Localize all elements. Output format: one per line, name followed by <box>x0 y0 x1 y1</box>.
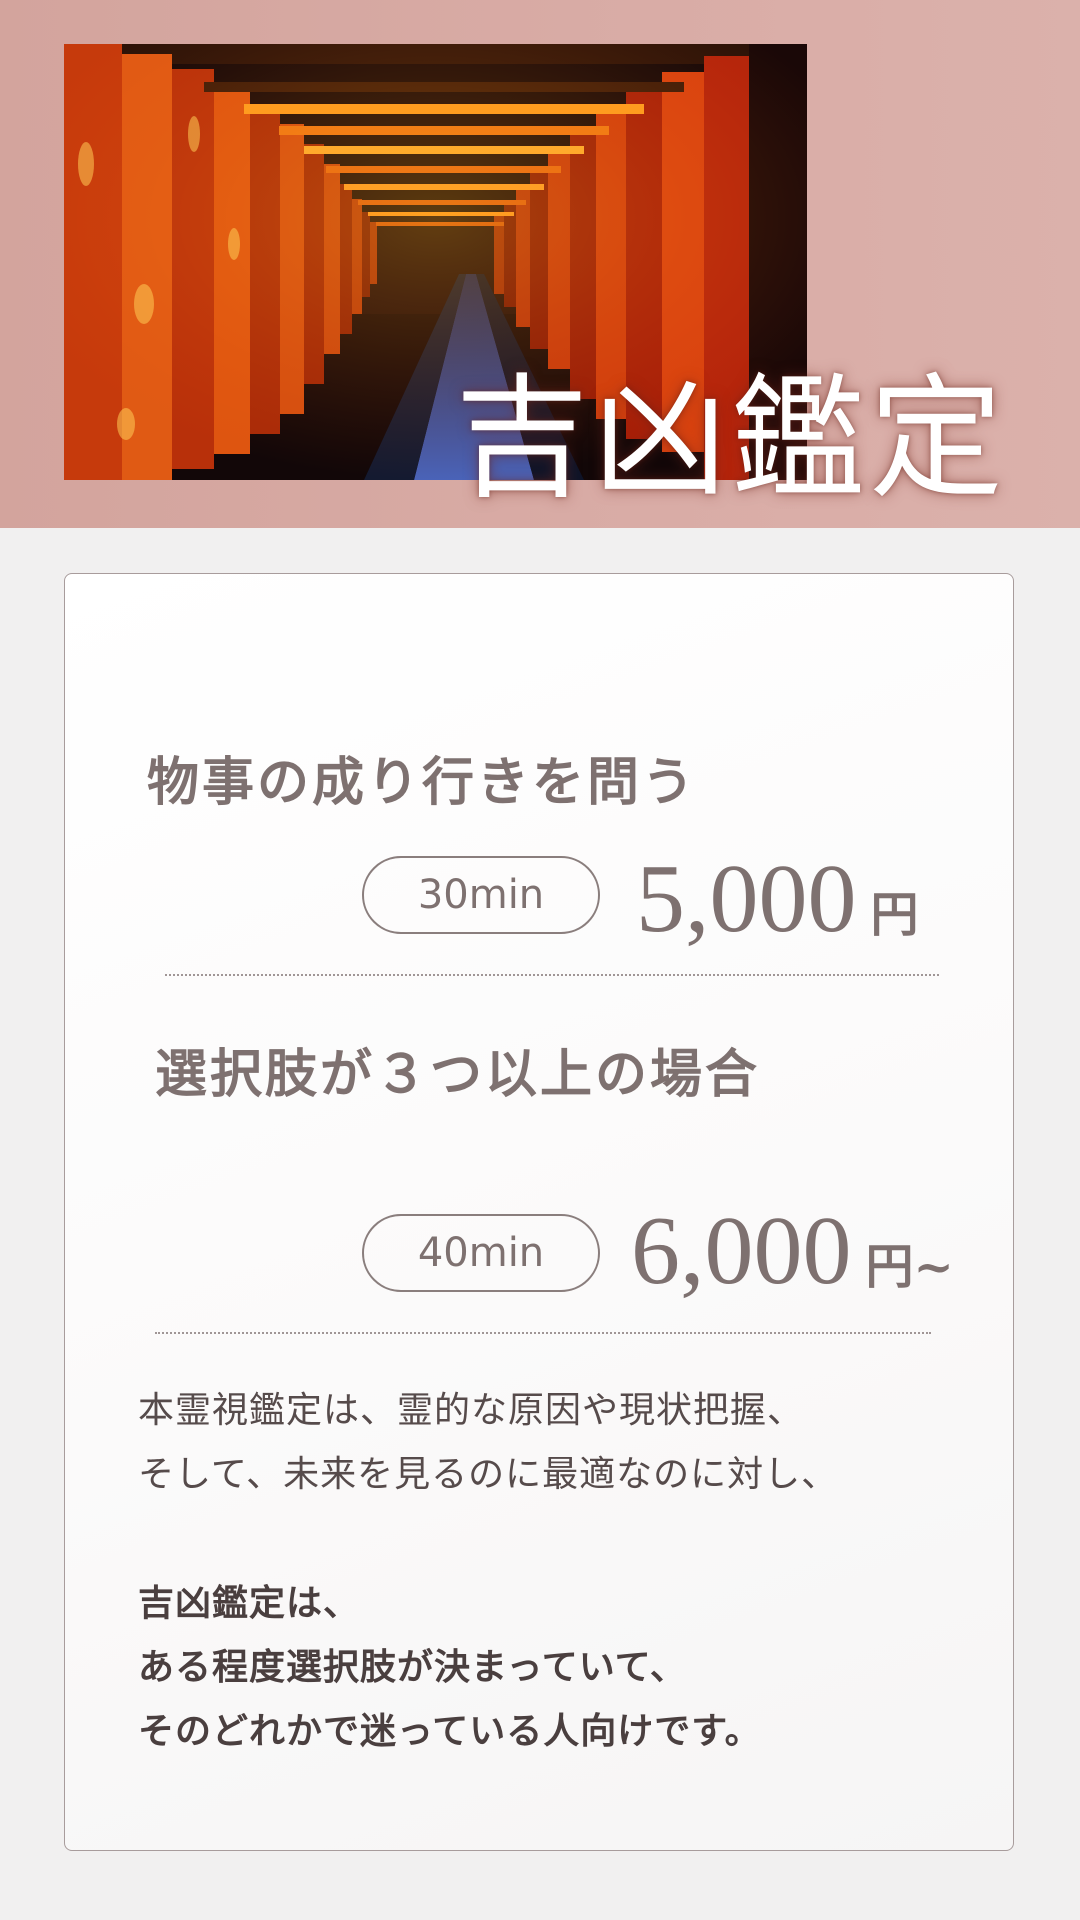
plan-1-duration-badge: 30min <box>362 856 600 934</box>
page-title: 吉凶鑑定 <box>455 361 1008 517</box>
plan-2-duration-badge: 40min <box>362 1214 600 1292</box>
plan-1-price-unit: 円 <box>870 887 919 943</box>
description-bold-line-3: そのどれかで迷っている人向けです。 <box>138 1710 762 1752</box>
divider-2 <box>155 1332 931 1334</box>
plan-2-price: 6,000 円~ <box>631 1202 954 1300</box>
description-line-2: そして、未来を見るのに最適なのに対し、 <box>138 1454 839 1495</box>
plan-1-title: 物事の成り行きを問う <box>147 752 698 813</box>
plan-2-title: 選択肢が３つ以上の場合 <box>155 1044 761 1105</box>
divider-1 <box>165 974 939 976</box>
plan-1-price: 5,000 円 <box>636 850 919 948</box>
description-bold-line-2: ある程度選択肢が決まっていて、 <box>138 1646 687 1688</box>
description-bold-line-1: 吉凶鑑定は、 <box>138 1582 361 1624</box>
plan-2-price-amount: 6,000 <box>631 1197 852 1305</box>
plan-2-price-unit: 円~ <box>865 1239 954 1295</box>
pricing-card: 物事の成り行きを問う 30min 5,000 円 選択肢が３つ以上の場合 40mi… <box>64 573 1014 1851</box>
plan-1-price-amount: 5,000 <box>636 845 857 953</box>
description-line-1: 本霊視鑑定は、霊的な原因や現状把握、 <box>138 1390 805 1431</box>
